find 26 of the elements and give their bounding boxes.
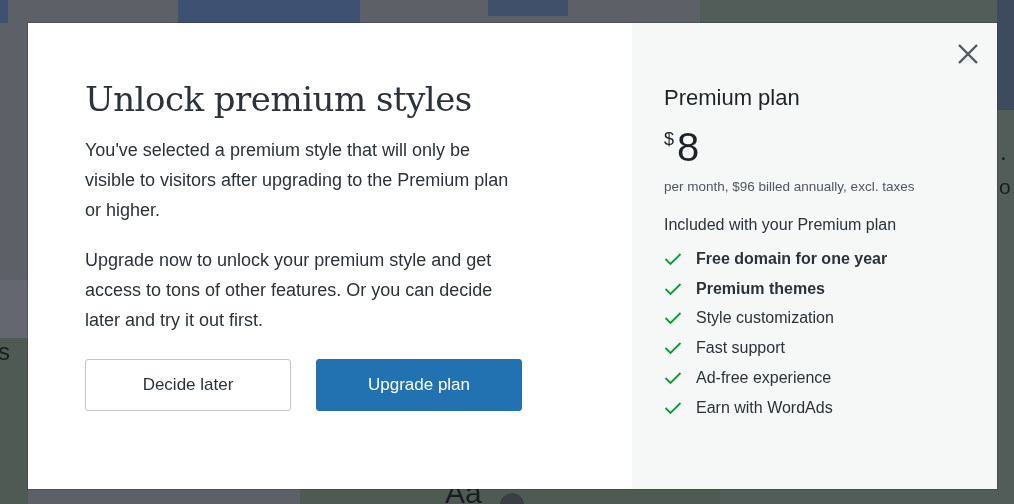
upgrade-button[interactable]: Upgrade plan (316, 359, 522, 411)
checkmark-icon (664, 371, 682, 386)
dialog-title: Unlock premium styles (85, 79, 473, 119)
checkmark-icon (664, 311, 682, 326)
feature-text: Free domain for one year (696, 249, 888, 268)
description-text: Upgrade now to unlock your premium style and get access to tons of other features. Or you can decide later and try it out first. (85, 249, 494, 332)
feature-text: Fast support (696, 339, 785, 358)
close-icon[interactable] (957, 43, 979, 65)
feature-text: Style customization (696, 309, 834, 328)
feature-text: Ad-free experience (696, 369, 832, 388)
price-amount: 8 (677, 125, 700, 169)
background-text: . (1000, 140, 1007, 164)
billing-text: per month, $96 billed annually, excl. taxes (664, 179, 916, 194)
decide-later-button[interactable]: Decide later (85, 359, 291, 411)
checkmark-icon (664, 341, 682, 356)
description-text: You've selected a premium style that will only be visible to visitors after upgrading to the Premium plan or higher. (85, 139, 510, 222)
checkmark-icon (664, 400, 682, 415)
features-heading: Included with your Premium plan (664, 216, 898, 234)
currency-symbol: $ (664, 129, 674, 150)
feature-text: Earn with WordAds (696, 398, 833, 417)
feature-text: Premium themes (696, 279, 825, 298)
background-text: o (999, 176, 1011, 197)
checkmark-icon (664, 281, 682, 296)
background-thumbnail (0, 0, 8, 23)
plan-name: Premium plan (664, 85, 801, 111)
checkmark-icon (664, 251, 682, 266)
